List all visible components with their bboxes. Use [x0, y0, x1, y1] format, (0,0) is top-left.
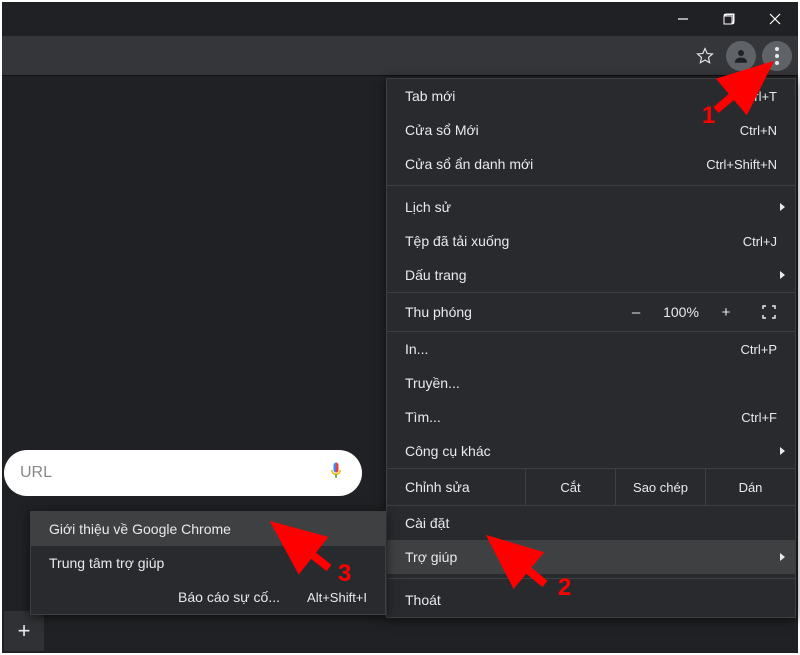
zoom-value: 100%	[653, 304, 709, 320]
zoom-in-button[interactable]: +	[709, 304, 743, 321]
edit-copy-button[interactable]: Sao chép	[615, 469, 705, 505]
menu-item-edit: Chỉnh sửa Cắt Sao chép Dán	[387, 468, 795, 506]
chrome-menu-button[interactable]	[762, 41, 792, 71]
window-close-button[interactable]	[752, 2, 798, 36]
chevron-right-icon	[780, 553, 785, 561]
menu-item-downloads[interactable]: Tệp đã tải xuống Ctrl+J	[387, 224, 795, 258]
zoom-out-button[interactable]: –	[619, 304, 653, 321]
chevron-right-icon	[780, 203, 785, 211]
menu-item-find[interactable]: Tìm... Ctrl+F	[387, 400, 795, 434]
menu-item-new-window[interactable]: Cửa sổ Mới Ctrl+N	[387, 113, 795, 147]
browser-toolbar	[2, 36, 798, 76]
new-tab-plus-button[interactable]: +	[4, 611, 44, 651]
menu-separator	[387, 578, 795, 579]
search-box[interactable]: URL	[4, 450, 362, 496]
menu-item-help[interactable]: Trợ giúp	[387, 540, 795, 574]
window-titlebar	[2, 2, 798, 36]
search-placeholder: URL	[20, 464, 326, 482]
menu-item-bookmarks[interactable]: Dấu trang	[387, 258, 795, 292]
fullscreen-icon[interactable]	[743, 304, 777, 320]
edit-paste-button[interactable]: Dán	[705, 469, 795, 505]
menu-item-zoom: Thu phóng – 100% +	[387, 292, 795, 332]
menu-item-incognito[interactable]: Cửa sổ ẩn danh mới Ctrl+Shift+N	[387, 147, 795, 181]
voice-search-icon[interactable]	[326, 461, 346, 486]
menu-item-exit[interactable]: Thoát	[387, 583, 795, 617]
submenu-item-report-issue[interactable]: Báo cáo sự cố... Alt+Shift+I	[31, 580, 385, 614]
menu-item-more-tools[interactable]: Công cụ khác	[387, 434, 795, 468]
profile-avatar-icon[interactable]	[726, 41, 756, 71]
menu-item-history[interactable]: Lịch sử	[387, 190, 795, 224]
bookmark-star-icon[interactable]	[690, 41, 720, 71]
chrome-main-menu: Tab mới Ctrl+T Cửa sổ Mới Ctrl+N Cửa sổ …	[386, 78, 796, 618]
edit-cut-button[interactable]: Cắt	[525, 469, 615, 505]
menu-item-settings[interactable]: Cài đặt	[387, 506, 795, 540]
chevron-right-icon	[780, 447, 785, 455]
chevron-right-icon	[780, 271, 785, 279]
annotation-label-1: 1	[702, 102, 715, 130]
plus-icon: +	[18, 618, 31, 644]
annotation-label-3: 3	[338, 560, 351, 588]
submenu-item-about-chrome[interactable]: Giới thiệu về Google Chrome	[31, 512, 385, 546]
annotation-label-2: 2	[558, 574, 571, 602]
kebab-icon	[775, 47, 779, 65]
menu-separator	[387, 185, 795, 186]
menu-item-print[interactable]: In... Ctrl+P	[387, 332, 795, 366]
submenu-item-help-center[interactable]: Trung tâm trợ giúp	[31, 546, 385, 580]
help-submenu: Giới thiệu về Google Chrome Trung tâm tr…	[30, 511, 386, 615]
window-maximize-button[interactable]	[706, 2, 752, 36]
menu-item-new-tab[interactable]: Tab mới Ctrl+T	[387, 79, 795, 113]
window-minimize-button[interactable]	[660, 2, 706, 36]
menu-item-cast[interactable]: Truyền...	[387, 366, 795, 400]
